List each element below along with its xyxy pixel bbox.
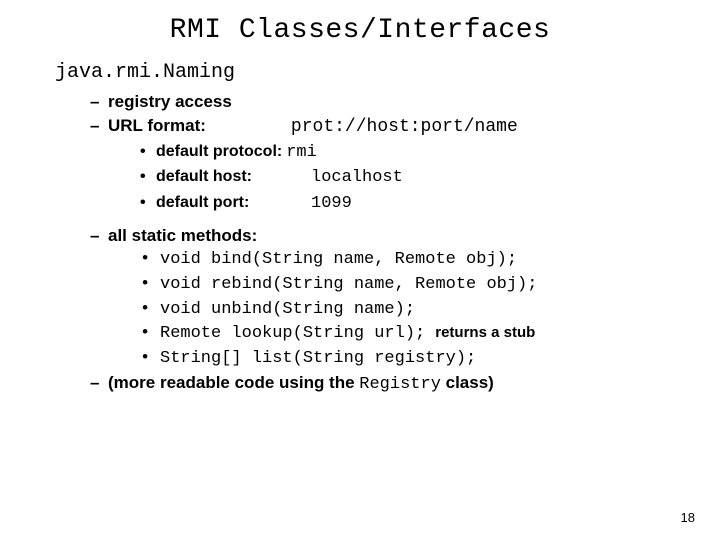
methods-list: •void bind(String name, Remote obj); •vo… [140, 248, 720, 371]
bullet-default-host: • default host: localhost [140, 165, 720, 191]
default-protocol-value: rmi [286, 140, 317, 166]
default-port-value: 1099 [311, 191, 352, 217]
method-rebind: •void rebind(String name, Remote obj); [140, 273, 720, 298]
bullet-more-readable: – (more readable code using the Registry… [90, 371, 720, 397]
default-host-value: localhost [311, 165, 403, 191]
method-unbind: •void unbind(String name); [140, 298, 720, 323]
url-format-value: prot://host:port/name [291, 115, 518, 140]
method-bind: •void bind(String name, Remote obj); [140, 248, 720, 273]
bullet-default-port: • default port: 1099 [140, 191, 720, 217]
method-lookup: •Remote lookup(String url); returns a st… [140, 322, 720, 347]
bullet-registry-access: – registry access [90, 90, 720, 114]
method-list: •String[] list(String registry); [140, 347, 720, 372]
bullet-url-format: – URL format: prot://host:port/name [90, 114, 720, 140]
class-name: java.rmi.Naming [55, 61, 720, 84]
page-title: RMI Classes/Interfaces [0, 0, 720, 56]
bullet-default-protocol: • default protocol: rmi [140, 140, 720, 166]
bullet-static-methods: – all static methods: [90, 224, 720, 248]
page-number: 18 [681, 510, 695, 525]
method-lookup-note: returns a stub [435, 322, 535, 344]
